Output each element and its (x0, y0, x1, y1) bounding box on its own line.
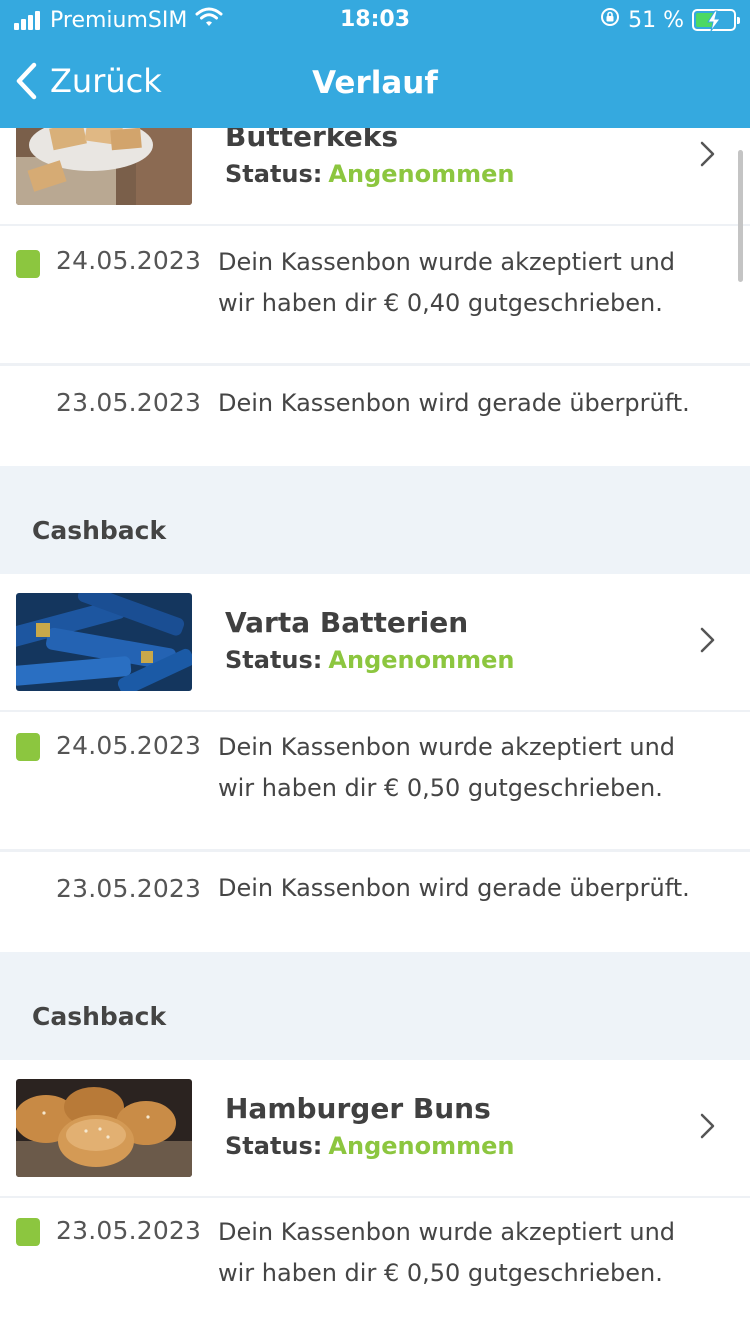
history-entry: 24.05.2023 Dein Kassenbon wurde akzeptie… (0, 226, 750, 366)
status-value: Angenommen (328, 646, 515, 674)
status-value: Angenommen (328, 160, 515, 188)
entry-text: Dein Kassenbon wurde akzeptiert und wir … (218, 1218, 676, 1287)
entry-date: 23.05.2023 (56, 1216, 202, 1245)
entry-text: Dein Kassenbon wird gerade überprüft. (218, 874, 690, 902)
app-header: PremiumSIM 18:03 51 % Zurück Verlauf (0, 0, 750, 128)
product-title: Varta Batterien (225, 606, 469, 639)
entry-text: Dein Kassenbon wurde akzeptiert und wir … (218, 248, 676, 317)
section-label: Cashback (32, 516, 167, 545)
product-status: Status: Angenommen (225, 646, 514, 674)
accepted-indicator (16, 250, 40, 278)
entry-date: 24.05.2023 (56, 246, 202, 275)
scrollbar[interactable] (738, 150, 743, 282)
history-entry: 23.05.2023 Dein Kassenbon wird gerade üb… (0, 852, 750, 952)
product-image-varta (16, 593, 192, 691)
entry-date: 23.05.2023 (56, 874, 202, 903)
status-label: Status: (225, 160, 323, 188)
history-entry: 23.05.2023 Dein Kassenbon wird gerade üb… (0, 366, 750, 466)
entry-date: 23.05.2023 (56, 388, 202, 417)
section-header: Cashback (0, 466, 750, 574)
entry-text: Dein Kassenbon wird gerade überprüft. (218, 389, 690, 417)
navigation-bar: Zurück Verlauf (0, 40, 750, 128)
status-bar: PremiumSIM 18:03 51 % (0, 0, 750, 40)
accepted-indicator (16, 1218, 40, 1246)
product-title: Hamburger Buns (225, 1092, 491, 1125)
product-status: Status: Angenommen (225, 160, 514, 188)
rotation-lock-icon (600, 7, 620, 33)
chevron-right-icon[interactable] (700, 1113, 716, 1143)
section-label: Cashback (32, 1002, 167, 1031)
history-list[interactable]: Butterkeks Status: Angenommen 24.05.2023 … (0, 0, 750, 1334)
chevron-right-icon[interactable] (700, 141, 716, 171)
accepted-indicator (16, 733, 40, 761)
battery-percent: 51 % (628, 7, 684, 33)
battery-icon (692, 9, 740, 32)
status-value: Angenommen (328, 1132, 515, 1160)
chevron-right-icon[interactable] (700, 627, 716, 657)
status-label: Status: (225, 1132, 323, 1160)
product-row-hamburger-buns[interactable]: Hamburger Buns Status: Angenommen (0, 1060, 750, 1198)
history-entry: 24.05.2023 Dein Kassenbon wurde akzeptie… (0, 712, 750, 852)
status-label: Status: (225, 646, 323, 674)
product-row-varta[interactable]: Varta Batterien Status: Angenommen (0, 574, 750, 712)
entry-date: 24.05.2023 (56, 731, 202, 760)
section-header: Cashback (0, 952, 750, 1060)
product-status: Status: Angenommen (225, 1132, 514, 1160)
product-image-hamburger-buns (16, 1079, 192, 1177)
page-title: Verlauf (312, 65, 438, 101)
entry-text: Dein Kassenbon wurde akzeptiert und wir … (218, 733, 676, 802)
history-entry: 23.05.2023 Dein Kassenbon wurde akzeptie… (0, 1198, 750, 1334)
